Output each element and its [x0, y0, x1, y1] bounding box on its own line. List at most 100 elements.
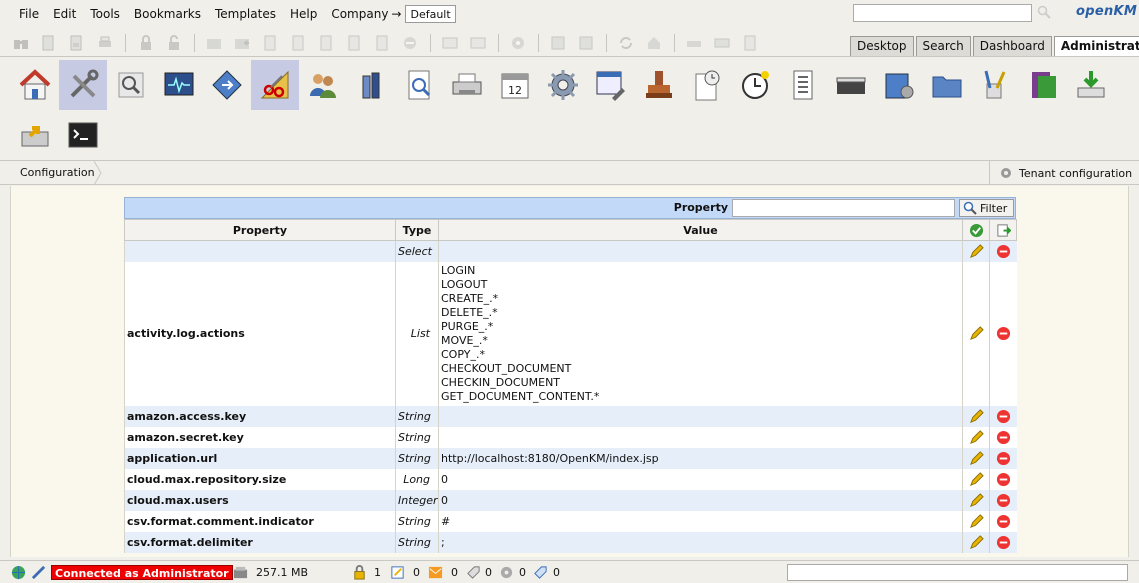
delete-icon[interactable] [996, 514, 1011, 529]
unlock-icon[interactable] [166, 35, 182, 51]
home-icon[interactable] [11, 60, 59, 110]
folder-icon[interactable] [923, 60, 971, 110]
table-row[interactable]: csv.format.delimiter String ; [124, 531, 1017, 553]
accept-icon[interactable] [969, 223, 984, 238]
clipboard-icon[interactable] [742, 35, 758, 51]
edit-doc-icon[interactable] [390, 565, 405, 580]
search-config-icon[interactable] [107, 60, 155, 110]
menu-file[interactable]: File [12, 7, 46, 21]
tools-icon[interactable] [59, 60, 107, 110]
tab-desktop[interactable]: Desktop [850, 36, 914, 56]
home-icon[interactable] [646, 35, 662, 51]
gear-icon[interactable] [539, 60, 587, 110]
gear-icon[interactable] [499, 565, 514, 580]
scanner-icon[interactable] [827, 60, 875, 110]
document-pdf-icon[interactable] [68, 35, 84, 51]
scissors-ruler-icon[interactable] [251, 60, 299, 110]
table-row[interactable]: amazon.secret.key String [124, 426, 1017, 448]
delete-icon[interactable] [996, 409, 1011, 424]
disk-gear-icon[interactable] [875, 60, 923, 110]
stamp-icon[interactable] [635, 60, 683, 110]
table-row[interactable]: activity.log.actions List LOGIN LOGOUT C… [124, 261, 1017, 406]
export-icon[interactable] [996, 223, 1011, 238]
edit-icon[interactable] [969, 450, 984, 466]
printer-icon[interactable] [443, 60, 491, 110]
label-icon[interactable] [533, 565, 548, 580]
tab-administration[interactable]: Administration [1053, 36, 1139, 56]
refresh-icon[interactable] [618, 35, 634, 51]
delete-icon[interactable] [996, 535, 1011, 550]
delete-icon[interactable] [402, 35, 418, 51]
users-icon[interactable] [299, 60, 347, 110]
add-property-group-icon[interactable] [442, 35, 458, 51]
table-row[interactable]: cloud.max.users Integer 0 [124, 489, 1017, 511]
tab-dashboard[interactable]: Dashboard [972, 36, 1052, 56]
table-row[interactable]: csv.format.comment.indicator String # [124, 510, 1017, 532]
tab-search[interactable]: Search [915, 36, 971, 56]
add-document-icon[interactable] [234, 35, 250, 51]
workflow-icon[interactable] [510, 35, 526, 51]
column-header-value[interactable]: Value [438, 219, 963, 241]
column-header-type[interactable]: Type [395, 219, 439, 241]
download-icon[interactable] [1067, 60, 1115, 110]
edit-icon[interactable] [969, 429, 984, 445]
menu-help[interactable]: Help [283, 7, 324, 21]
delete-icon[interactable] [996, 430, 1011, 445]
table-row[interactable]: amazon.access.key String [124, 405, 1017, 427]
scanner-icon[interactable] [686, 35, 702, 51]
company-selector[interactable]: Default [405, 4, 456, 23]
lock-icon[interactable] [138, 35, 154, 51]
search-icon[interactable] [1037, 5, 1051, 19]
menu-company[interactable]: Company [324, 7, 395, 21]
delete-icon[interactable] [996, 472, 1011, 487]
edit-icon[interactable] [969, 513, 984, 529]
delete-icon[interactable] [996, 326, 1011, 341]
document-search-icon[interactable] [395, 60, 443, 110]
table-row[interactable]: cloud.max.repository.size Long 0 [124, 468, 1017, 490]
window-edit-icon[interactable] [587, 60, 635, 110]
cancel-checkout-icon[interactable] [318, 35, 334, 51]
print-icon[interactable] [97, 35, 113, 51]
new-type-select[interactable]: Select [395, 240, 439, 262]
edit-icon[interactable] [969, 471, 984, 487]
diamond-icon[interactable] [203, 60, 251, 110]
move-icon[interactable] [374, 35, 390, 51]
uploader-icon[interactable] [714, 35, 730, 51]
edit-icon[interactable] [969, 534, 984, 550]
edit-icon[interactable] [969, 492, 984, 508]
terminal-icon[interactable] [59, 110, 107, 160]
edit-icon[interactable] [969, 326, 984, 341]
clock-icon[interactable] [731, 60, 779, 110]
clock-document-icon[interactable] [683, 60, 731, 110]
rename-icon[interactable] [346, 35, 362, 51]
bottles-icon[interactable] [347, 60, 395, 110]
menu-templates[interactable]: Templates [208, 7, 283, 21]
mail-icon[interactable] [428, 565, 443, 580]
menu-bookmarks[interactable]: Bookmarks [127, 7, 208, 21]
table-row[interactable]: application.url String http://localhost:… [124, 447, 1017, 469]
checkout-icon[interactable] [262, 35, 278, 51]
filter-button[interactable]: Filter [959, 199, 1014, 217]
menu-edit[interactable]: Edit [46, 7, 83, 21]
calendar-icon[interactable]: 12 [491, 60, 539, 110]
menu-tools[interactable]: Tools [83, 7, 127, 21]
add-subscription-icon[interactable] [550, 35, 566, 51]
remove-property-group-icon[interactable] [470, 35, 486, 51]
tenant-configuration-button[interactable]: Tenant configuration [989, 161, 1139, 185]
edit-icon[interactable] [969, 408, 984, 424]
delete-icon[interactable] [996, 451, 1011, 466]
document-icon[interactable] [40, 35, 56, 51]
remove-subscription-icon[interactable] [578, 35, 594, 51]
quick-search-input[interactable] [853, 4, 1032, 22]
binoculars-icon[interactable] [13, 35, 29, 51]
edit-icon[interactable] [969, 244, 984, 259]
column-header-property[interactable]: Property [124, 219, 396, 241]
monitor-icon[interactable] [155, 60, 203, 110]
filter-input[interactable] [732, 199, 955, 217]
list-icon[interactable] [779, 60, 827, 110]
checkin-icon[interactable] [290, 35, 306, 51]
delete-icon[interactable] [996, 493, 1011, 508]
book-icon[interactable] [1019, 60, 1067, 110]
lock-icon[interactable] [352, 565, 367, 580]
tag-icon[interactable] [466, 565, 481, 580]
